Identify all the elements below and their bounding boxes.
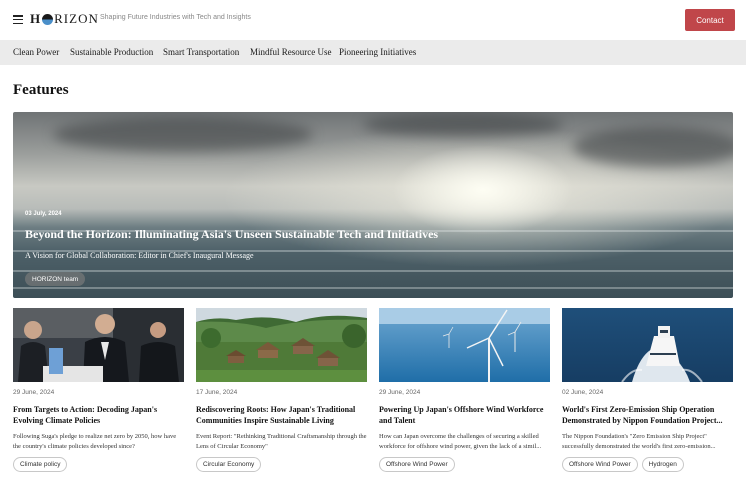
hero-cloud [573, 127, 733, 167]
article-image [13, 308, 184, 382]
article-date: 29 June, 2024 [379, 389, 421, 396]
nav-item-mindful-resource-use[interactable]: Mindful Resource Use [250, 47, 331, 57]
article-tag[interactable]: Climate policy [13, 457, 68, 472]
hero-tag[interactable]: HORIZON team [25, 272, 86, 286]
section-title: Features [13, 82, 69, 98]
article-tag[interactable]: Circular Economy [196, 457, 262, 472]
article-date: 02 June, 2024 [562, 389, 604, 396]
article-date: 17 June, 2024 [196, 389, 238, 396]
article-title[interactable]: From Targets to Action: Decoding Japan's… [13, 404, 184, 426]
nav-item-clean-power[interactable]: Clean Power [13, 47, 59, 57]
article-tag[interactable]: Offshore Wind Power [562, 457, 638, 472]
article-tags: Circular Economy [196, 457, 262, 472]
nav-item-smart-transportation[interactable]: Smart Transportation [163, 47, 239, 57]
article-tags: Climate policy [13, 457, 68, 472]
hero-wave [13, 287, 733, 289]
article-card[interactable]: 29 June, 2024 From Targets to Action: De… [13, 308, 184, 489]
article-tags: Offshore Wind Power Hydrogen [562, 457, 684, 472]
nav-item-pioneering-initiatives[interactable]: Pioneering Initiatives [339, 47, 416, 57]
category-nav: Clean Power Sustainable Production Smart… [0, 40, 746, 65]
article-card[interactable]: 17 June, 2024 Rediscovering Roots: How J… [196, 308, 367, 489]
hamburger-menu-icon[interactable] [13, 15, 23, 25]
article-image [196, 308, 367, 382]
article-image [562, 308, 733, 382]
article-tag[interactable]: Offshore Wind Power [379, 457, 455, 472]
site-header: H RIZON Shaping Future Industries with Te… [0, 0, 746, 40]
hero-feature-card[interactable]: 03 July, 2024 Beyond the Horizon: Illumi… [13, 112, 733, 298]
hero-date: 03 July, 2024 [25, 211, 62, 217]
article-image [379, 308, 550, 382]
nav-item-sustainable-production[interactable]: Sustainable Production [70, 47, 153, 57]
hero-title[interactable]: Beyond the Horizon: Illuminating Asia's … [25, 227, 438, 242]
article-description: The Nippon Foundation's "Zero Emission S… [562, 433, 716, 450]
hero-subtitle: A Vision for Global Collaboration: Edito… [25, 251, 254, 260]
article-description: Following Suga's pledge to realize net z… [13, 433, 177, 450]
hero-cloud [363, 112, 563, 137]
article-title[interactable]: Powering Up Japan's Offshore Wind Workfo… [379, 404, 550, 426]
site-logo[interactable]: H RIZON [30, 11, 99, 27]
article-title[interactable]: Rediscovering Roots: How Japan's Traditi… [196, 404, 367, 426]
site-tagline: Shaping Future Industries with Tech and … [100, 14, 251, 21]
article-description: How can Japan overcome the challenges of… [379, 433, 542, 450]
contact-button[interactable]: Contact [685, 9, 735, 31]
article-date: 29 June, 2024 [13, 389, 55, 396]
article-description: Event Report: "Rethinking Traditional Cr… [196, 433, 367, 450]
article-tags: Offshore Wind Power [379, 457, 455, 472]
hero-wave [13, 270, 733, 272]
article-card[interactable]: 29 June, 2024 Powering Up Japan's Offsho… [379, 308, 550, 489]
article-card[interactable]: 02 June, 2024 World's First Zero-Emissio… [562, 308, 733, 489]
globe-logo-icon [42, 13, 54, 25]
hero-cloud [53, 117, 313, 152]
article-title[interactable]: World's First Zero-Emission Ship Operati… [562, 404, 733, 426]
article-tag[interactable]: Hydrogen [641, 457, 684, 472]
